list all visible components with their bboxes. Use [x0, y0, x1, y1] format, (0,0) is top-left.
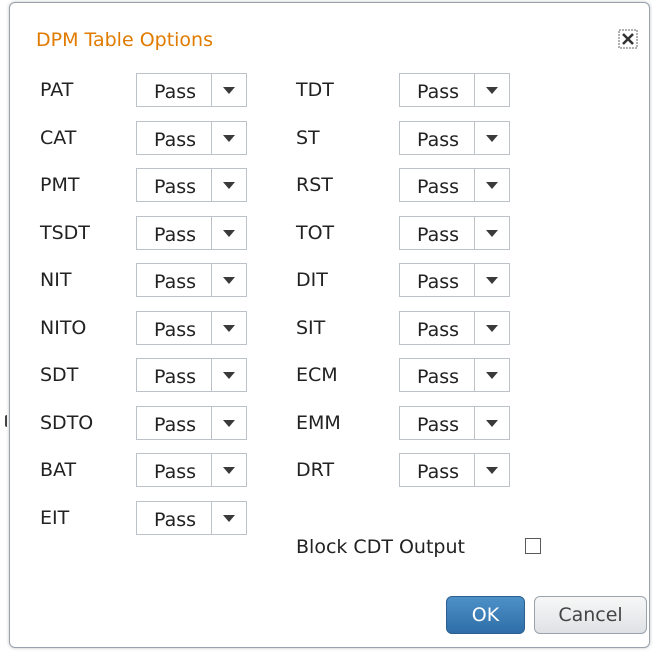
drt-label: DRT [296, 459, 335, 481]
sit-select[interactable]: Pass [399, 310, 510, 345]
dpm-table-options-dialog: DPM Table Options PAT Pass CAT Pass PMT Pass T… [9, 2, 650, 648]
select-divider [474, 311, 475, 344]
drt-select-value: Pass [417, 461, 460, 483]
eit-select[interactable]: Pass [136, 500, 247, 535]
chevron-down-icon[interactable] [486, 324, 498, 332]
right-row-drt: DRT Pass [10, 453, 649, 487]
tdt-label: TDT [296, 79, 334, 101]
rst-select-value: Pass [417, 176, 460, 198]
tdt-select[interactable]: Pass [399, 73, 510, 107]
ecm-label: ECM [296, 364, 338, 386]
page: DPM Table Options PAT Pass CAT Pass PMT Pass T… [0, 0, 653, 653]
ok-button[interactable]: OK [446, 596, 525, 634]
ecm-select[interactable]: Pass [399, 358, 510, 392]
dialog-title: DPM Table Options [36, 29, 214, 51]
chevron-down-icon[interactable] [486, 419, 498, 427]
chevron-down-icon[interactable] [223, 514, 235, 522]
chevron-down-icon[interactable] [486, 182, 498, 189]
background-window [0, 0, 9, 653]
emm-label: EMM [296, 411, 341, 434]
select-divider [474, 264, 475, 296]
select-divider [474, 454, 475, 486]
cancel-button[interactable]: Cancel [534, 596, 647, 634]
right-row-ecm: ECM Pass [10, 358, 649, 392]
tot-label: TOT [296, 221, 335, 244]
dit-select[interactable]: Pass [399, 263, 510, 297]
tot-select-value: Pass [417, 223, 460, 246]
right-row-rst: RST Pass [10, 168, 649, 202]
right-row-tdt: TDT Pass [10, 73, 649, 107]
select-divider [474, 216, 475, 249]
right-row-emm: EMM Pass [10, 405, 649, 440]
rst-label: RST [296, 174, 333, 196]
dit-select-value: Pass [417, 271, 460, 293]
dit-label: DIT [296, 269, 328, 291]
chevron-down-icon[interactable] [486, 372, 498, 379]
eit-select-value: Pass [154, 508, 197, 531]
chevron-down-icon[interactable] [486, 467, 498, 474]
chevron-down-icon[interactable] [486, 229, 498, 237]
select-divider [474, 74, 475, 106]
emm-select-value: Pass [417, 413, 460, 436]
select-divider [474, 169, 475, 201]
right-row-st: ST Pass [10, 120, 649, 155]
select-divider [474, 359, 475, 391]
select-divider [474, 121, 475, 154]
chevron-down-icon[interactable] [486, 134, 498, 142]
rst-select[interactable]: Pass [399, 168, 510, 202]
right-row-sit: SIT Pass [10, 310, 649, 345]
drt-select[interactable]: Pass [399, 453, 510, 487]
sit-select-value: Pass [417, 318, 460, 341]
emm-select[interactable]: Pass [399, 405, 510, 440]
select-divider [474, 406, 475, 439]
block-cdt-output-checkbox[interactable] [525, 538, 541, 554]
right-row-dit: DIT Pass [10, 263, 649, 297]
tdt-select-value: Pass [417, 81, 460, 103]
st-select[interactable]: Pass [399, 120, 510, 155]
right-row-tot: TOT Pass [10, 215, 649, 250]
st-label: ST [296, 126, 320, 149]
chevron-down-icon[interactable] [486, 277, 498, 284]
close-icon[interactable] [618, 29, 638, 49]
eit-label: EIT [40, 506, 70, 529]
sit-label: SIT [296, 316, 326, 339]
chevron-down-icon[interactable] [486, 87, 498, 94]
ecm-select-value: Pass [417, 366, 460, 388]
tot-select[interactable]: Pass [399, 215, 510, 250]
select-divider [211, 501, 212, 534]
st-select-value: Pass [417, 128, 460, 151]
block-cdt-output-label: Block CDT Output [296, 536, 465, 558]
